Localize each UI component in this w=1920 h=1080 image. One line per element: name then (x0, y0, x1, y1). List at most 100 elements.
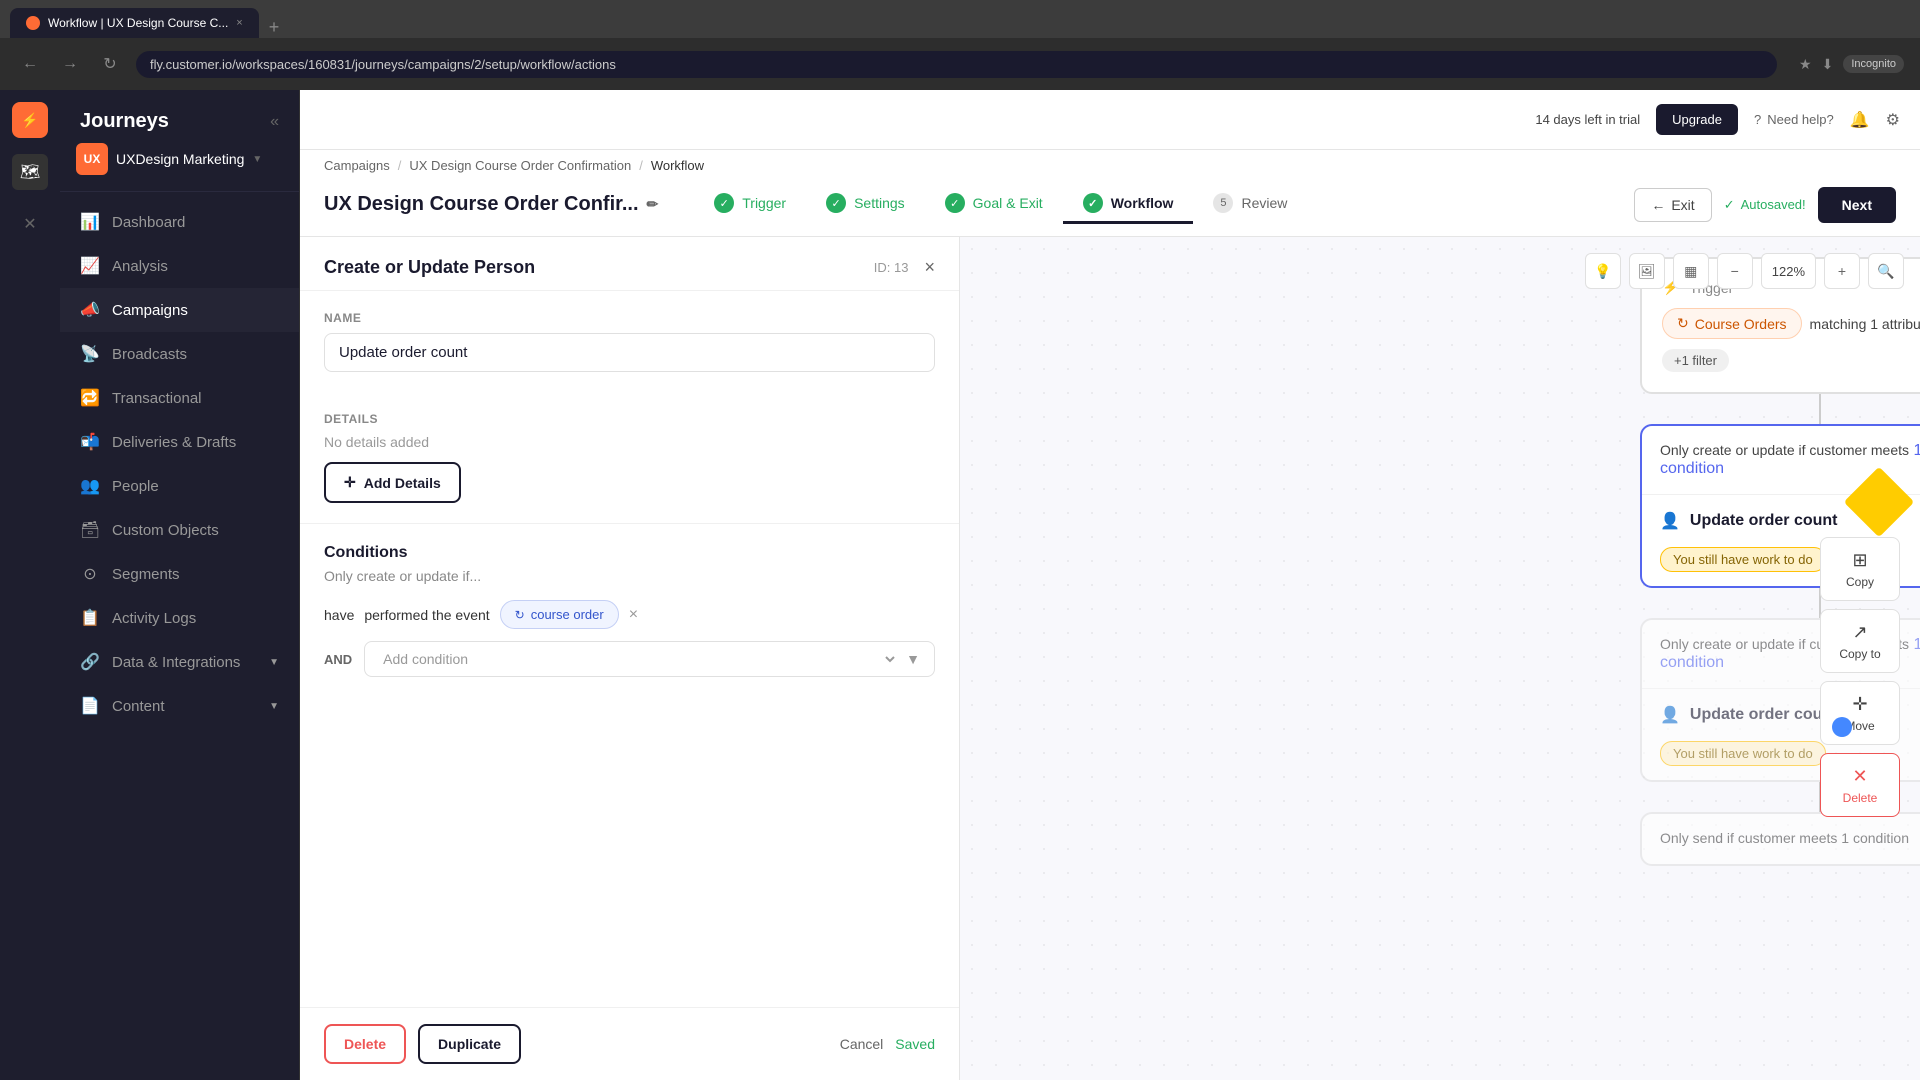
sidebar-item-people[interactable]: 👥 People (60, 464, 299, 508)
trigger-content: ↻ Course Orders matching 1 attribute (1662, 308, 1920, 339)
brand-name: UXDesign Marketing (116, 151, 244, 167)
breadcrumb-campaign-name[interactable]: UX Design Course Order Confirmation (409, 158, 631, 173)
name-input[interactable] (324, 333, 935, 372)
refresh-button[interactable]: ↻ (96, 54, 124, 74)
exit-arrow-icon: ← (1651, 197, 1665, 213)
forward-button[interactable]: → (56, 55, 84, 73)
canvas-zoom-out-button[interactable]: − (1717, 253, 1753, 289)
help-button[interactable]: ? Need help? (1754, 112, 1834, 127)
brand-section[interactable]: UX UXDesign Marketing ▼ (60, 143, 299, 192)
step-trigger[interactable]: ✓ Trigger (694, 185, 806, 224)
details-value: No details added (324, 434, 935, 450)
sidebar-label-transactional: Transactional (112, 390, 202, 407)
breadcrumb: Campaigns / UX Design Course Order Confi… (300, 150, 1920, 173)
breadcrumb-workflow: Workflow (651, 158, 704, 173)
settings-button[interactable]: ⚙ (1886, 110, 1900, 130)
next-button[interactable]: Next (1818, 187, 1896, 223)
sidebar-item-deliveries[interactable]: 📬 Deliveries & Drafts (60, 420, 299, 464)
url-bar[interactable] (136, 51, 1777, 78)
bookmark-button[interactable]: ★ (1799, 56, 1812, 73)
rail-journeys-icon[interactable]: 🗺 (12, 154, 48, 190)
content-area: Create or Update Person ID: 13 × NAME DE… (300, 237, 1920, 1080)
details-field-group: DETAILS No details added ✛ Add Details (300, 392, 959, 523)
step-workflow-check: ✓ (1083, 193, 1103, 213)
sidebar-label-activity-logs: Activity Logs (112, 610, 196, 627)
canvas-tool-bulb[interactable]: 💡 (1585, 253, 1621, 289)
step-goal-exit[interactable]: ✓ Goal & Exit (925, 185, 1063, 224)
canvas-tool-image[interactable]: 🖼 (1629, 253, 1665, 289)
copy-to-label: Copy to (1839, 647, 1880, 661)
incognito-badge: Incognito (1843, 55, 1904, 73)
condition-remove-button[interactable]: × (629, 606, 638, 624)
delete-action-button[interactable]: ✕ Delete (1820, 753, 1900, 817)
breadcrumb-sep1: / (398, 158, 402, 173)
canvas-zoom-in-button[interactable]: + (1824, 253, 1860, 289)
duplicate-button[interactable]: Duplicate (418, 1024, 521, 1064)
panel-id: ID: 13 (874, 260, 909, 275)
workflow-name: UX Design Course Order Confir... ✏ (324, 193, 658, 216)
sidebar-item-transactional[interactable]: 🔁 Transactional (60, 376, 299, 420)
sidebar-item-broadcasts[interactable]: 📡 Broadcasts (60, 332, 299, 376)
delete-action-label: Delete (1843, 791, 1878, 805)
step-review[interactable]: 5 Review (1193, 185, 1307, 224)
sidebar-item-data-integrations[interactable]: 🔗 Data & Integrations ▼ (60, 640, 299, 684)
floating-actions: ⊞ Copy ↗ Copy to ✛ Move ✕ Delete (1820, 537, 1900, 817)
conditions-title: Conditions (324, 544, 935, 562)
step-workflow[interactable]: ✓ Workflow (1063, 185, 1194, 224)
sidebar-label-content: Content (112, 698, 165, 715)
exit-button[interactable]: ← Exit (1634, 188, 1711, 222)
canvas-tool-layout[interactable]: ▦ (1673, 253, 1709, 289)
copy-to-button[interactable]: ↗ Copy to (1820, 609, 1900, 673)
new-tab-button[interactable]: + (261, 17, 288, 38)
sidebar-item-custom-objects[interactable]: 🗃 Custom Objects (60, 508, 299, 552)
saved-text: Saved (895, 1036, 935, 1052)
sidebar-item-segments[interactable]: ⊙ Segments (60, 552, 299, 596)
name-field-group: NAME (300, 291, 959, 392)
workflow-node-3[interactable]: Only send if customer meets 1 condition (1640, 812, 1920, 866)
sidebar-item-campaigns[interactable]: 📣 Campaigns (60, 288, 299, 332)
panel-close-button[interactable]: × (924, 257, 935, 278)
copy-label: Copy (1846, 575, 1874, 589)
step-review-num: 5 (1213, 193, 1233, 213)
breadcrumb-campaigns[interactable]: Campaigns (324, 158, 390, 173)
copy-button[interactable]: ⊞ Copy (1820, 537, 1900, 601)
workflow-name-text: UX Design Course Order Confir... (324, 193, 639, 216)
trigger-filter-badge[interactable]: +1 filter (1662, 339, 1920, 372)
step-trigger-check: ✓ (714, 193, 734, 213)
trigger-course-pill[interactable]: ↻ Course Orders (1662, 308, 1802, 339)
workflow-canvas[interactable]: 💡 🖼 ▦ − 122% + 🔍 ⚡ Trigger (960, 237, 1920, 1080)
back-button[interactable]: ← (16, 55, 44, 73)
autosaved-label: Autosaved! (1741, 197, 1806, 212)
add-condition-dropdown[interactable]: Add condition ▼ (364, 641, 935, 677)
name-label: NAME (324, 311, 935, 325)
add-condition-row: AND Add condition ▼ (324, 641, 935, 677)
segments-icon: ⊙ (80, 564, 100, 584)
event-pill[interactable]: ↻ course order (500, 600, 619, 629)
rail-close-icon[interactable]: ✕ (12, 206, 48, 242)
conditions-desc: Only create or update if... (324, 568, 935, 584)
upgrade-button[interactable]: Upgrade (1656, 104, 1738, 135)
delete-button[interactable]: Delete (324, 1024, 406, 1064)
canvas-search-button[interactable]: 🔍 (1868, 253, 1904, 289)
tab-favicon (26, 16, 40, 30)
cancel-button[interactable]: Cancel (840, 1036, 884, 1052)
add-details-button[interactable]: ✛ Add Details (324, 462, 461, 503)
condition-have-label: have (324, 607, 354, 623)
download-button[interactable]: ⬇ (1822, 56, 1834, 73)
move-button[interactable]: ✛ Move (1820, 681, 1900, 745)
workflow-edit-icon[interactable]: ✏ (647, 196, 659, 213)
tab-close-button[interactable]: × (236, 17, 242, 29)
sidebar-item-content[interactable]: 📄 Content ▼ (60, 684, 299, 728)
active-tab[interactable]: Workflow | UX Design Course C... × (10, 8, 259, 38)
notification-button[interactable]: 🔔 (1850, 110, 1870, 130)
sidebar-collapse-button[interactable]: « (270, 113, 279, 131)
step-workflow-label: Workflow (1111, 195, 1174, 211)
step-settings[interactable]: ✓ Settings (806, 185, 925, 224)
sidebar-item-dashboard[interactable]: 📊 Dashboard (60, 200, 299, 244)
top-bar: 14 days left in trial Upgrade ? Need hel… (300, 90, 1920, 150)
sidebar-item-activity-logs[interactable]: 📋 Activity Logs (60, 596, 299, 640)
sidebar-label-custom-objects: Custom Objects (112, 522, 219, 539)
sidebar-item-analysis[interactable]: 📈 Analysis (60, 244, 299, 288)
content-icon: 📄 (80, 696, 100, 716)
add-condition-select[interactable]: Add condition (379, 650, 898, 668)
